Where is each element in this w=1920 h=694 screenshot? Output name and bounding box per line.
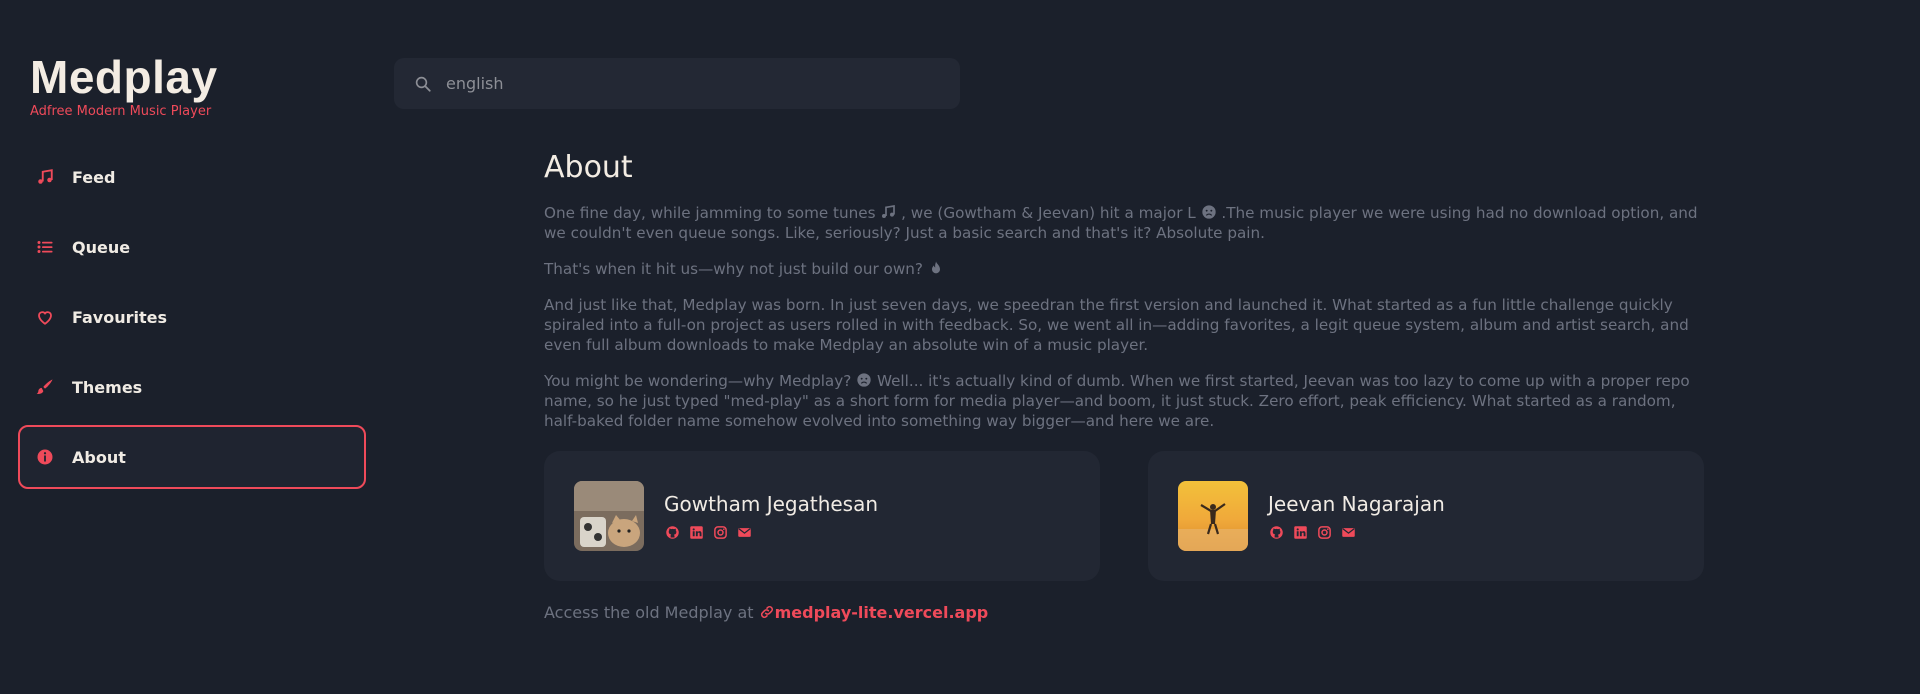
sad-face-emoji-icon [1201,204,1217,220]
music-note-icon [34,166,56,188]
social-links [1268,524,1445,540]
info-icon [34,446,56,468]
mail-icon[interactable] [1340,524,1356,540]
search-input[interactable] [446,74,926,93]
music-notes-emoji-icon [880,204,896,220]
about-paragraph-4: You might be wondering—why Medplay? Well… [544,371,1704,431]
avatar [1178,481,1248,551]
author-card: Jeevan Nagarajan [1148,451,1704,581]
frown-face-emoji-icon [856,372,872,388]
app-tagline: Adfree Modern Music Player [30,104,212,119]
sidebar-item-queue[interactable]: Queue [18,215,366,279]
old-medplay-link[interactable]: medplay-lite.vercel.app [759,603,989,624]
sidebar-item-feed[interactable]: Feed [18,145,366,209]
author-card: Gowtham Jegathesan [544,451,1100,581]
sidebar-item-favourites[interactable]: Favourites [18,285,366,349]
fire-emoji-icon [928,260,944,276]
sidebar-item-themes[interactable]: Themes [18,355,366,419]
brand: Medplay Adfree Modern Music Player [30,52,218,119]
github-icon[interactable] [1268,524,1284,540]
instagram-icon[interactable] [1316,524,1332,540]
authors-cards: Gowtham Jegathesan Jeevan Nagarajan [544,451,1704,581]
sidebar-item-about[interactable]: About [18,425,366,489]
author-name: Gowtham Jegathesan [664,492,879,516]
heart-icon [34,306,56,328]
sidebar-item-label: Feed [72,167,116,187]
link-text: medplay-lite.vercel.app [774,603,989,622]
list-icon [34,236,56,258]
about-paragraph-1: One fine day, while jamming to some tune… [544,203,1704,243]
about-paragraph-3: And just like that, Medplay was born. In… [544,296,1689,354]
mail-icon[interactable] [736,524,752,540]
search-icon [414,75,432,93]
link-icon [759,604,775,624]
text-fragment: One fine day, while jamming to some tune… [544,204,876,222]
sidebar-item-label: About [72,447,126,467]
footer-note: Access the old Medplay at medplay-lite.v… [544,603,1704,624]
instagram-icon[interactable] [712,524,728,540]
page-title: About [544,150,633,185]
github-icon[interactable] [664,524,680,540]
text-fragment: , we (Gowtham & Jeevan) hit a major L [901,204,1196,222]
brush-icon [34,376,56,398]
sidebar: Medplay Adfree Modern Music Player Feed … [0,0,372,694]
sidebar-item-label: Queue [72,237,131,257]
footer-prefix: Access the old Medplay at [544,603,754,622]
about-section: About One fine day, while jamming to som… [544,150,1704,624]
social-links [664,524,878,540]
author-name: Jeevan Nagarajan [1268,492,1445,516]
sidebar-item-label: Favourites [72,307,167,327]
about-paragraph-2: That's when it hit us—why not just build… [544,259,1704,279]
sidebar-item-label: Themes [72,377,143,397]
avatar [574,481,644,551]
app-title: Medplay [30,51,218,103]
linkedin-icon[interactable] [688,524,704,540]
linkedin-icon[interactable] [1292,524,1308,540]
text-fragment: You might be wondering—why Medplay? [544,372,852,390]
sidebar-nav: Feed Queue Favourites Themes About [18,145,366,495]
text-fragment: That's when it hit us—why not just build… [544,260,923,278]
search-bar[interactable] [394,58,960,109]
